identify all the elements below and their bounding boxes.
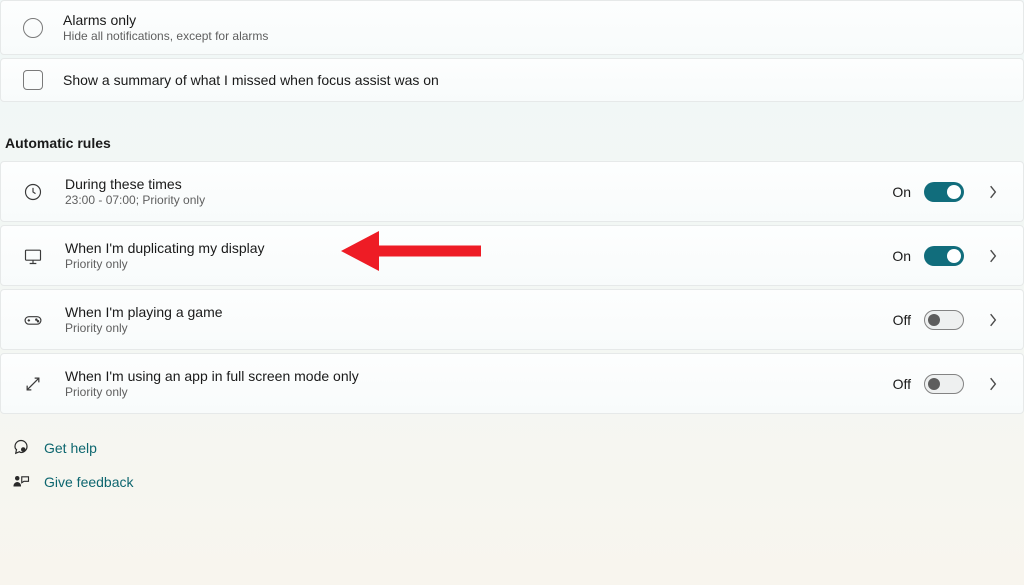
rule-right-2: Off xyxy=(893,310,1001,330)
rule-title-1: When I'm duplicating my display xyxy=(65,240,892,256)
rule-subtitle-2: Priority only xyxy=(65,321,893,335)
gamepad-icon xyxy=(23,310,43,330)
rule-right-0: On xyxy=(892,182,1001,202)
rule-right-3: Off xyxy=(893,374,1001,394)
toggle-label-0: On xyxy=(892,184,911,200)
radio-alarms-only[interactable] xyxy=(23,18,43,38)
section-header-automatic-rules: Automatic rules xyxy=(0,105,1024,161)
rule-during-these-times[interactable]: During these times 23:00 - 07:00; Priori… xyxy=(0,161,1024,222)
toggle-during-these-times[interactable] xyxy=(924,182,964,202)
option-summary[interactable]: Show a summary of what I missed when foc… xyxy=(0,58,1024,102)
option-alarms-text: Alarms only Hide all notifications, exce… xyxy=(63,12,268,43)
toggle-label-2: Off xyxy=(893,312,911,328)
option-alarms-only[interactable]: Alarms only Hide all notifications, exce… xyxy=(0,0,1024,55)
link-get-help-label: Get help xyxy=(44,440,97,456)
rule-title-2: When I'm playing a game xyxy=(65,304,893,320)
toggle-duplicating-display[interactable] xyxy=(924,246,964,266)
link-give-feedback[interactable]: Give feedback xyxy=(12,473,1024,491)
rule-playing-game[interactable]: When I'm playing a game Priority only Of… xyxy=(0,289,1024,350)
rule-title-3: When I'm using an app in full screen mod… xyxy=(65,368,893,384)
checkbox-summary[interactable] xyxy=(23,70,43,90)
toggle-fullscreen-app[interactable] xyxy=(924,374,964,394)
chevron-right-icon[interactable] xyxy=(985,376,1001,392)
monitor-icon xyxy=(23,246,43,266)
chevron-right-icon[interactable] xyxy=(985,184,1001,200)
rule-text-0: During these times 23:00 - 07:00; Priori… xyxy=(65,176,892,207)
rule-fullscreen-app[interactable]: When I'm using an app in full screen mod… xyxy=(0,353,1024,414)
rule-subtitle-1: Priority only xyxy=(65,257,892,271)
option-alarms-subtitle: Hide all notifications, except for alarm… xyxy=(63,29,268,43)
clock-icon xyxy=(23,182,43,202)
rule-title-0: During these times xyxy=(65,176,892,192)
toggle-label-1: On xyxy=(892,248,911,264)
option-summary-label: Show a summary of what I missed when foc… xyxy=(63,72,439,88)
chevron-right-icon[interactable] xyxy=(985,312,1001,328)
feedback-icon xyxy=(12,473,30,491)
rule-text-3: When I'm using an app in full screen mod… xyxy=(65,368,893,399)
option-alarms-title: Alarms only xyxy=(63,12,268,28)
rule-subtitle-3: Priority only xyxy=(65,385,893,399)
expand-icon xyxy=(23,374,43,394)
footer-links: ? Get help Give feedback xyxy=(0,417,1024,491)
toggle-playing-game[interactable] xyxy=(924,310,964,330)
rule-duplicating-display[interactable]: When I'm duplicating my display Priority… xyxy=(0,225,1024,286)
rule-right-1: On xyxy=(892,246,1001,266)
toggle-label-3: Off xyxy=(893,376,911,392)
rule-subtitle-0: 23:00 - 07:00; Priority only xyxy=(65,193,892,207)
chevron-right-icon[interactable] xyxy=(985,248,1001,264)
option-summary-text: Show a summary of what I missed when foc… xyxy=(63,72,439,88)
rule-text-2: When I'm playing a game Priority only xyxy=(65,304,893,335)
link-give-feedback-label: Give feedback xyxy=(44,474,134,490)
link-get-help[interactable]: ? Get help xyxy=(12,439,1024,457)
rule-text-1: When I'm duplicating my display Priority… xyxy=(65,240,892,271)
help-icon: ? xyxy=(12,439,30,457)
